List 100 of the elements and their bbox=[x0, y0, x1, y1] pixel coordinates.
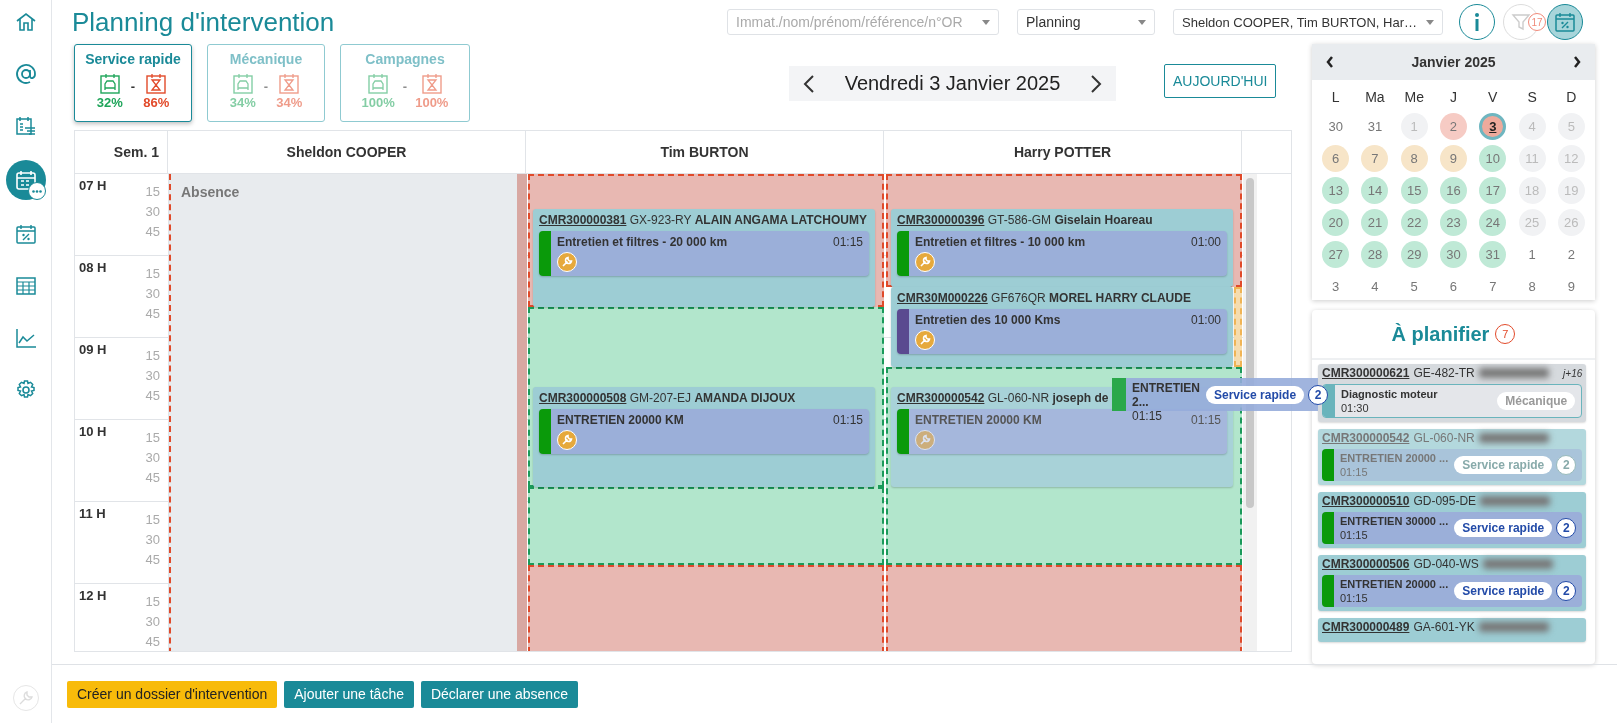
order-reference[interactable]: CMR300000510 bbox=[1322, 494, 1410, 508]
work-order-card[interactable]: CMR300000506 GD-040-WS ENTRETIEN 20000 ... 01:15 Service rapide 2 bbox=[1318, 555, 1587, 611]
car-rate: 32% bbox=[96, 95, 123, 110]
appointment-card[interactable]: CMR30M000226 GF676QR MOREL HARRY CLAUDE Entretien des 10 000 Kms 01:00 bbox=[891, 287, 1233, 367]
separator: - bbox=[263, 79, 269, 94]
category-tag: Service rapide bbox=[1454, 519, 1553, 537]
next-day-button[interactable] bbox=[1090, 73, 1102, 94]
calendar-day[interactable]: 24 bbox=[1479, 209, 1507, 236]
calendar-day[interactable]: 9 bbox=[1557, 273, 1585, 300]
filter-icon bbox=[1511, 12, 1531, 32]
calendar-day[interactable]: 6 bbox=[1440, 273, 1467, 300]
hour-label: 07 H bbox=[79, 178, 107, 195]
panel-title: À planifier bbox=[1391, 322, 1490, 346]
mechanics-select[interactable]: Sheldon COOPER, Tim BURTON, Har… bbox=[1173, 9, 1443, 35]
sidebar-item[interactable] bbox=[5, 160, 46, 200]
work-order-card[interactable]: CMR300000542 GL-060-NR ENTRETIEN 20000 ... 01:15 Service rapide 2 bbox=[1318, 429, 1587, 485]
calendar-day[interactable]: 22 bbox=[1400, 209, 1428, 236]
calendar-day[interactable]: 8 bbox=[1518, 273, 1546, 300]
task-duration: 01:00 bbox=[1190, 235, 1221, 249]
calendar-day[interactable]: 7 bbox=[1361, 145, 1389, 172]
task-title: ENTRETIEN 20000 KM bbox=[915, 413, 1042, 427]
calendar-day[interactable]: 30 bbox=[1440, 241, 1467, 268]
order-reference[interactable]: CMR300000542 bbox=[1322, 431, 1410, 445]
plate-number: GD-040-WS bbox=[1413, 557, 1479, 571]
calendar-day[interactable]: 8 bbox=[1400, 145, 1428, 172]
calendar-day[interactable]: 21 bbox=[1361, 209, 1389, 236]
appointment-card[interactable]: CMR300000508 GM-207-EJ AMANDA DIJOUX ENTRETIEN 20000 KM 01:15 bbox=[533, 387, 875, 487]
calendar-day[interactable]: 30 bbox=[1322, 113, 1350, 140]
plate-number: GE-482-TR bbox=[1413, 366, 1475, 380]
calendar-day[interactable]: 3 bbox=[1479, 113, 1507, 140]
calendar-day[interactable]: 14 bbox=[1361, 177, 1389, 204]
mechanic-column-header: Tim BURTON bbox=[526, 131, 884, 173]
quarter-label: 30 bbox=[145, 204, 160, 221]
quarter-label: 45 bbox=[145, 306, 160, 323]
work-order-card[interactable]: CMR300000489 GA-601-YK bbox=[1318, 618, 1587, 642]
home-icon bbox=[14, 11, 37, 33]
calendar-day[interactable]: 2 bbox=[1440, 113, 1467, 140]
action-button[interactable]: Ajouter une tâche bbox=[284, 680, 414, 708]
calendar-day[interactable]: 7 bbox=[1479, 273, 1507, 300]
calendar-day[interactable]: 3 bbox=[1322, 273, 1350, 300]
today-button[interactable]: AUJOURD'HUI bbox=[1164, 64, 1277, 98]
calendar-day[interactable]: 13 bbox=[1322, 177, 1350, 204]
task-count: 2 bbox=[1556, 455, 1577, 475]
quarter-label: 15 bbox=[145, 348, 160, 365]
calendar-day[interactable]: 10 bbox=[1479, 145, 1507, 172]
calendar-percent-button[interactable] bbox=[1547, 4, 1583, 40]
calendar-day[interactable]: 1 bbox=[1518, 241, 1546, 268]
category-tag: Service rapide bbox=[1454, 456, 1553, 474]
calendar-icon bbox=[14, 169, 37, 191]
calendar-day[interactable]: 28 bbox=[1361, 241, 1389, 268]
calendar-day[interactable]: 17 bbox=[1479, 177, 1507, 204]
calendar-day[interactable]: 16 bbox=[1440, 177, 1467, 204]
calendar-day[interactable]: 20 bbox=[1322, 209, 1350, 236]
line-chart-icon bbox=[14, 327, 37, 349]
calendar-day[interactable]: 23 bbox=[1440, 209, 1467, 236]
wrench-icon bbox=[915, 430, 935, 450]
task-count: 2 bbox=[1556, 581, 1577, 601]
task-title: ENTRETIEN 20000 ... bbox=[1340, 578, 1449, 590]
order-reference[interactable]: CMR300000489 bbox=[1322, 620, 1410, 634]
quarter-label: 30 bbox=[145, 614, 160, 631]
calendar-day[interactable]: 31 bbox=[1479, 241, 1507, 268]
wrench-icon bbox=[915, 252, 935, 272]
action-button[interactable]: Créer un dossier d'intervention bbox=[67, 680, 278, 708]
task-title: Entretien et filtres - 10 000 km bbox=[915, 235, 1086, 249]
blurred-name bbox=[1478, 622, 1549, 632]
car-icon bbox=[231, 73, 254, 95]
calendar-day[interactable]: 4 bbox=[1361, 273, 1389, 300]
search-field[interactable]: Immat./nom/prénom/référence/n°OR bbox=[727, 9, 999, 35]
appointment-card[interactable]: CMR300000381 GX-923-RY ALAIN ANGAMA LATCHOUMY Entretien et filtres - 20 000 km 01:15 bbox=[533, 209, 875, 307]
calendar-day[interactable]: 15 bbox=[1400, 177, 1428, 204]
calendar-day[interactable]: 27 bbox=[1322, 241, 1350, 268]
info-icon bbox=[1473, 12, 1481, 32]
delay-label: j+16 bbox=[1563, 367, 1583, 379]
weekday-label: Me bbox=[1404, 88, 1424, 107]
calendar-day[interactable]: 29 bbox=[1400, 241, 1428, 268]
wrench-icon bbox=[915, 330, 935, 350]
separator: - bbox=[130, 79, 136, 94]
info-button[interactable] bbox=[1459, 4, 1495, 40]
appointment-card[interactable]: CMR300000396 GT-586-GM Giselain Hoareau Entretien et filtres - 10 000 km 01:00 bbox=[891, 209, 1233, 287]
chevron-right-icon[interactable] bbox=[1573, 56, 1581, 68]
previous-day-button[interactable] bbox=[803, 73, 815, 94]
order-reference[interactable]: CMR300000506 bbox=[1322, 557, 1410, 571]
blurred-name bbox=[1480, 496, 1551, 506]
hour-label: 12 H bbox=[79, 588, 107, 605]
work-order-card[interactable]: CMR300000510 GD-095-DE ENTRETIEN 30000 ... 01:15 Service rapide 2 bbox=[1318, 492, 1587, 548]
chevron-right-icon bbox=[1090, 73, 1102, 94]
calendar-day[interactable]: 9 bbox=[1440, 145, 1467, 172]
chevron-left-icon[interactable] bbox=[1326, 56, 1334, 68]
order-reference[interactable]: CMR300000621 bbox=[1322, 366, 1410, 380]
view-select[interactable]: Planning bbox=[1017, 9, 1155, 35]
calendar-day[interactable]: 31 bbox=[1361, 113, 1389, 140]
calendar-day[interactable]: 6 bbox=[1322, 145, 1350, 172]
calendar-percent-icon bbox=[1554, 11, 1576, 33]
task-count: 2 bbox=[1308, 384, 1329, 405]
calendar-day[interactable]: 5 bbox=[1400, 273, 1428, 300]
category-tab[interactable]: Service rapide 32% - 86% bbox=[74, 44, 192, 122]
category-tab[interactable]: Mécanique 34% - 34% bbox=[207, 44, 325, 122]
category-tab[interactable]: Campagnes 100% - 100% bbox=[340, 44, 470, 122]
calendar-day[interactable]: 2 bbox=[1557, 241, 1585, 268]
action-button[interactable]: Déclarer une absence bbox=[420, 680, 578, 708]
